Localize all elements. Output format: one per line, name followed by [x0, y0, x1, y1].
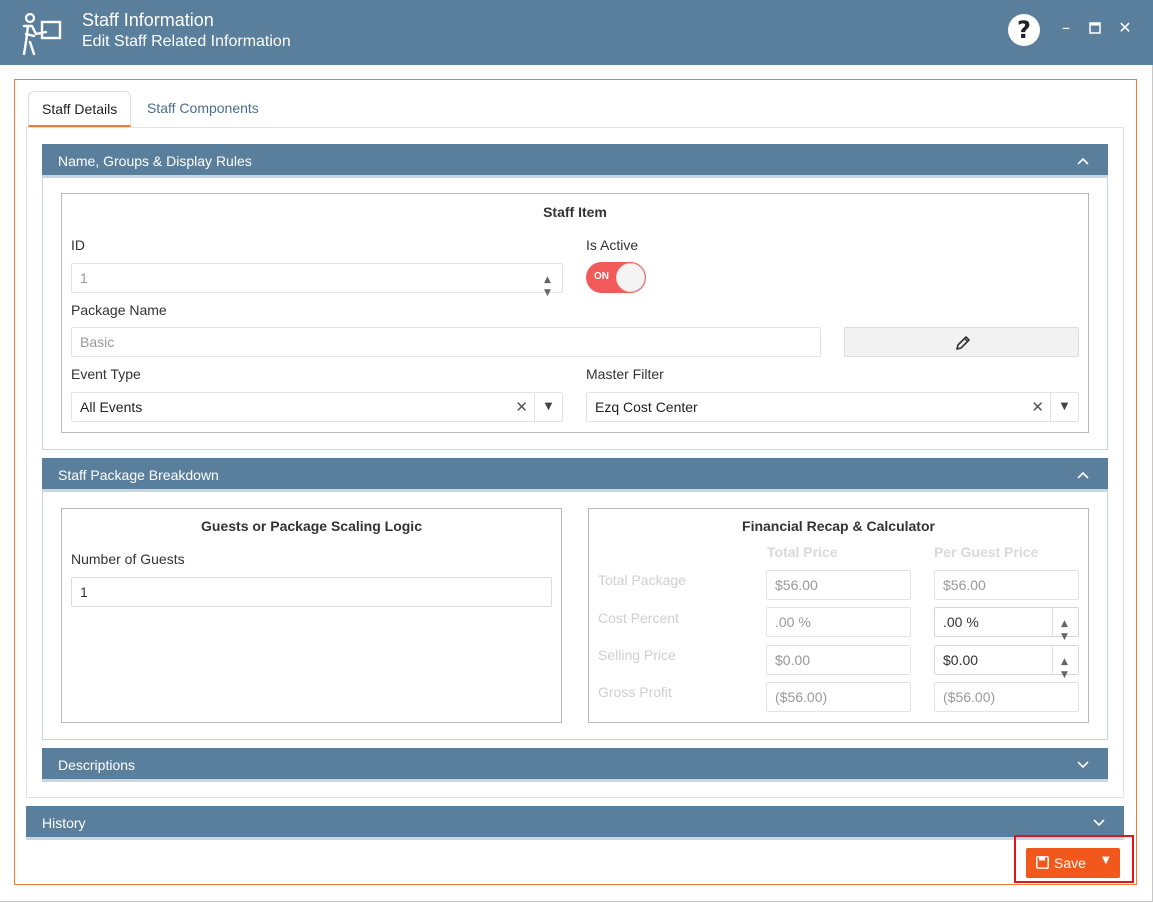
master-filter-label: Master Filter — [586, 366, 664, 382]
event-type-select[interactable]: All Events ✕ ▼ — [71, 392, 563, 422]
is-active-label: Is Active — [586, 237, 639, 253]
staff-information-window: Staff Information Edit Staff Related Inf… — [0, 0, 1153, 902]
group-title: Guests or Package Scaling Logic — [201, 518, 422, 534]
cost-percent-stepper[interactable]: ▲ ▼ — [1052, 608, 1078, 642]
section-title: Name, Groups & Display Rules — [58, 153, 252, 169]
selling-price-total: $0.00 — [766, 645, 911, 675]
id-value: 1 — [80, 270, 88, 286]
selling-price-stepper[interactable]: ▲ ▼ — [1052, 646, 1078, 680]
group-title: Staff Item — [543, 204, 607, 220]
clear-icon[interactable]: ✕ — [515, 393, 528, 421]
help-button[interactable]: ? — [1008, 14, 1040, 46]
tab-staff-components[interactable]: Staff Components — [134, 91, 272, 127]
gross-profit-per-guest: ($56.00) — [934, 682, 1079, 712]
id-input[interactable]: 1 ▲ ▼ — [71, 263, 563, 298]
toggle-knob — [616, 263, 645, 292]
master-filter-select[interactable]: Ezq Cost Center ✕ ▼ — [586, 392, 1079, 422]
row-label-gross-profit: Gross Profit — [598, 684, 672, 700]
event-type-label: Event Type — [71, 366, 141, 382]
chevron-down-icon[interactable] — [1076, 748, 1090, 782]
dropdown-arrow-icon[interactable]: ▼ — [1050, 393, 1078, 421]
guests-label: Number of Guests — [71, 551, 185, 567]
window-title: Staff Information — [82, 10, 214, 30]
id-label: ID — [71, 237, 85, 253]
scaling-logic-group: Guests or Package Scaling Logic — [61, 508, 562, 723]
section-header-descriptions[interactable]: Descriptions — [42, 748, 1108, 782]
staff-person-icon — [22, 12, 62, 56]
selling-price-per-guest-input[interactable]: $0.00 ▲ ▼ — [934, 645, 1079, 680]
clear-icon[interactable]: ✕ — [1031, 393, 1044, 421]
close-icon[interactable]: ✕ — [1115, 18, 1135, 38]
dropdown-arrow-icon[interactable]: ▼ — [534, 393, 562, 421]
package-name-input[interactable]: Basic — [71, 327, 821, 357]
section-header-name-groups[interactable]: Name, Groups & Display Rules — [42, 144, 1108, 178]
chevron-up-icon[interactable] — [1076, 144, 1090, 178]
section-header-breakdown[interactable]: Staff Package Breakdown — [42, 458, 1108, 492]
package-name-label: Package Name — [71, 302, 167, 318]
event-type-value: All Events — [80, 399, 143, 415]
total-package-total: $56.00 — [766, 570, 911, 600]
window-subtitle: Edit Staff Related Information — [82, 33, 291, 50]
section-title: Descriptions — [58, 757, 136, 773]
save-button[interactable]: Save ▼ — [1026, 848, 1120, 878]
section-title: Staff Package Breakdown — [58, 467, 219, 483]
edit-package-name-button[interactable] — [844, 327, 1079, 357]
col-header-total: Total Price — [767, 544, 838, 560]
master-filter-value: Ezq Cost Center — [595, 399, 698, 415]
total-package-per-guest: $56.00 — [934, 570, 1079, 600]
section-title: History — [42, 815, 86, 831]
selling-price-value: $0.00 — [943, 652, 979, 668]
chevron-up-icon[interactable] — [1076, 458, 1090, 492]
col-header-per-guest: Per Guest Price — [934, 544, 1039, 560]
row-label-selling-price: Selling Price — [598, 647, 676, 663]
maximize-icon[interactable] — [1085, 18, 1105, 38]
title-bar: Staff Information Edit Staff Related Inf… — [0, 0, 1153, 65]
row-label-cost-percent: Cost Percent — [598, 610, 679, 626]
floppy-disk-icon — [1036, 856, 1049, 869]
id-stepper[interactable]: ▲ ▼ — [536, 264, 562, 298]
row-label-total-package: Total Package — [598, 572, 686, 588]
section-header-history[interactable]: History — [26, 806, 1124, 840]
pencil-icon — [956, 336, 970, 350]
spin-down-icon[interactable]: ▼ — [544, 279, 551, 307]
cost-percent-value: .00 % — [943, 614, 979, 630]
save-label: Save — [1054, 855, 1086, 871]
tab-staff-details[interactable]: Staff Details — [28, 91, 132, 127]
save-dropdown-icon[interactable]: ▼ — [1102, 855, 1110, 866]
toggle-text: ON — [594, 271, 609, 282]
gross-profit-total: ($56.00) — [766, 682, 911, 712]
cost-percent-per-guest-input[interactable]: .00 % ▲ ▼ — [934, 607, 1079, 642]
group-title: Financial Recap & Calculator — [742, 518, 935, 534]
guests-input[interactable]: 1 — [71, 577, 552, 607]
cost-percent-total: .00 % — [766, 607, 911, 637]
is-active-toggle[interactable]: ON — [586, 262, 646, 293]
minimize-icon[interactable]: – — [1056, 18, 1076, 38]
